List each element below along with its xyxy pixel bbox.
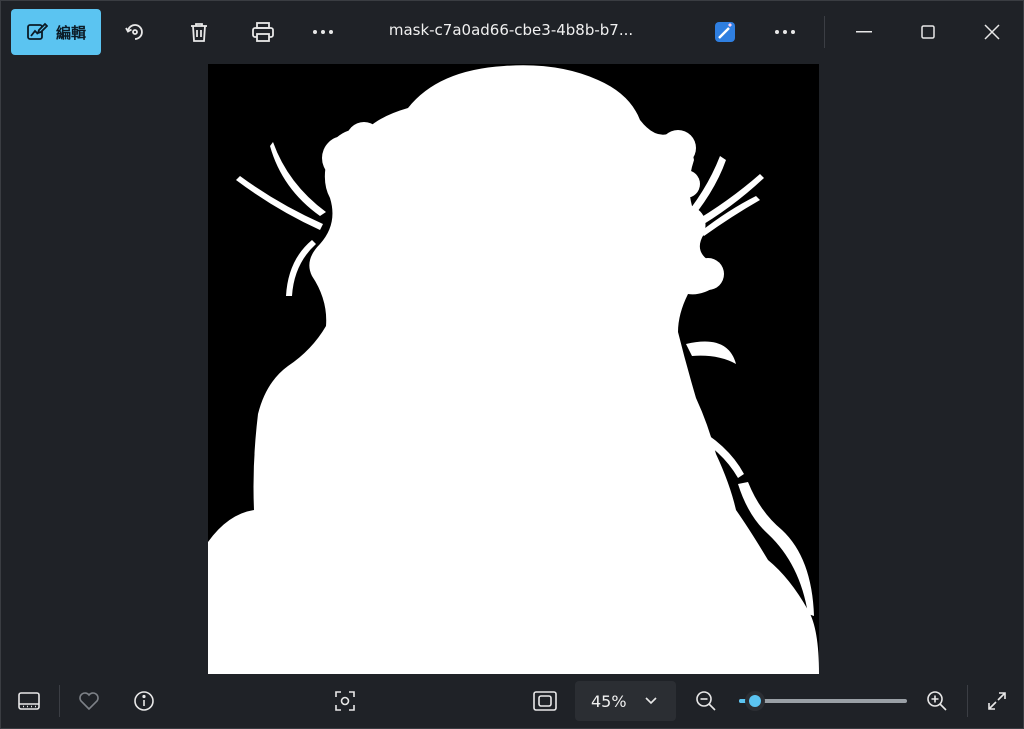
trash-icon — [188, 21, 210, 43]
zoom-out-icon — [695, 690, 717, 712]
favorite-button[interactable] — [67, 681, 111, 721]
photos-window: 編輯 mask-c7a0ad66-cbe3-4b8b-b7... 45% — [0, 0, 1024, 729]
more-options-button[interactable] — [301, 13, 345, 51]
info-icon — [133, 690, 155, 712]
file-name-title: mask-c7a0ad66-cbe3-4b8b-b7... — [388, 21, 634, 39]
focus-icon — [334, 690, 356, 712]
fullscreen-icon — [987, 691, 1007, 711]
zoom-slider[interactable] — [739, 691, 907, 711]
heart-icon — [78, 691, 100, 711]
focus-button[interactable] — [323, 681, 367, 721]
delete-button[interactable] — [177, 13, 221, 51]
fit-to-window-icon — [533, 691, 557, 711]
bottom-divider-left — [59, 685, 60, 717]
rotate-button[interactable] — [113, 13, 157, 51]
edit-button[interactable]: 編輯 — [11, 9, 101, 55]
title-bar: 編輯 mask-c7a0ad66-cbe3-4b8b-b7... — [1, 1, 1023, 63]
filmstrip-icon — [18, 692, 40, 710]
mask-image — [208, 64, 819, 674]
print-button[interactable] — [241, 13, 285, 51]
printer-icon — [251, 21, 275, 43]
zoom-in-icon — [926, 690, 948, 712]
close-icon — [984, 24, 1000, 40]
zoom-level-dropdown[interactable]: 45% — [575, 681, 676, 721]
more-options-button-secondary[interactable] — [763, 13, 807, 51]
info-button[interactable] — [122, 681, 166, 721]
minimize-button[interactable] — [841, 13, 887, 51]
edit-image-icon — [26, 21, 48, 43]
edit-button-label: 編輯 — [55, 23, 86, 42]
more-icon — [774, 29, 796, 35]
maximize-icon — [921, 25, 935, 39]
minimize-icon — [856, 31, 872, 33]
close-button[interactable] — [969, 13, 1015, 51]
chevron-down-icon — [644, 697, 657, 705]
zoom-out-button[interactable] — [685, 681, 727, 721]
designer-button[interactable] — [703, 13, 747, 51]
image-canvas[interactable] — [208, 64, 819, 674]
zoom-level-value: 45% — [591, 691, 627, 711]
zoom-in-button[interactable] — [916, 681, 958, 721]
more-icon — [312, 29, 334, 35]
fit-to-window-button[interactable] — [523, 681, 567, 721]
zoom-slider-thumb[interactable] — [745, 691, 765, 711]
bottom-divider-right — [967, 685, 968, 717]
fullscreen-button[interactable] — [975, 681, 1019, 721]
filmstrip-button[interactable] — [7, 681, 51, 721]
rotate-icon — [123, 20, 147, 44]
maximize-button[interactable] — [905, 13, 951, 51]
designer-icon — [714, 21, 736, 43]
bottom-bar: 45% — [1, 674, 1023, 728]
toolbar-divider — [824, 16, 825, 48]
